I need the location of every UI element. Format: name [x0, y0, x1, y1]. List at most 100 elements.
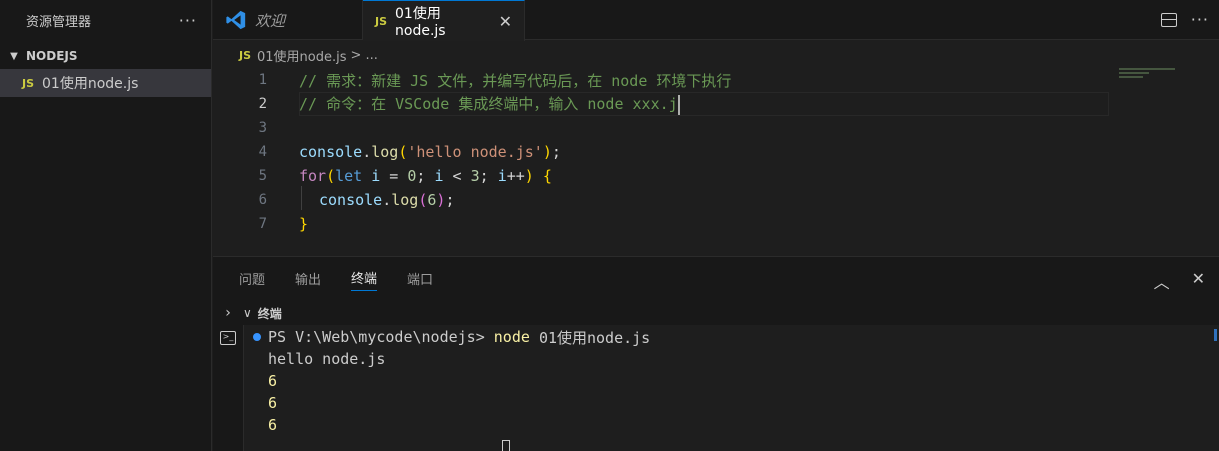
- chevron-right-icon: >: [350, 47, 362, 63]
- maximize-panel-icon[interactable]: ︿: [1154, 269, 1170, 293]
- chevron-right-icon[interactable]: ›: [213, 305, 243, 321]
- line-number: 4: [258, 144, 267, 160]
- code-content: console.log(6);: [319, 191, 454, 209]
- tab-welcome[interactable]: 欢迎: [213, 0, 363, 40]
- breadcrumb-more[interactable]: ...: [365, 48, 377, 63]
- terminal-cursor: [502, 440, 510, 451]
- code-line: 2 // 命令：在 VSCode 集成终端中，输入 node xxx.j: [213, 92, 1219, 116]
- chevron-down-icon: ▼: [10, 50, 18, 62]
- code-token: i: [362, 167, 381, 185]
- chevron-down-icon[interactable]: ∨: [243, 306, 252, 320]
- terminal-line: 6: [268, 372, 278, 390]
- code-line: 4 console.log('hello node.js');: [213, 140, 1219, 164]
- terminal-line: 6: [268, 394, 278, 412]
- code-token: 'hello node.js': [407, 143, 543, 161]
- code-token: let: [335, 167, 363, 185]
- explorer-file-item[interactable]: JS 01使用node.js: [0, 69, 211, 97]
- code-token: ): [542, 143, 552, 161]
- minimap-line: [1119, 72, 1149, 74]
- terminal-line: PS V:\Web\mycode\nodejs> node 01使用node.j…: [268, 326, 650, 348]
- tab-terminal[interactable]: 终端: [351, 265, 378, 291]
- terminal-scrollbar[interactable]: [1214, 329, 1217, 341]
- code-comment: // 需求：新建 JS 文件，并编写代码后，在 node 环境下执行: [299, 71, 732, 90]
- line-number: 2: [258, 96, 267, 112]
- line-number: 5: [258, 168, 267, 184]
- code-token: 3: [470, 167, 480, 185]
- terminal-tabs-sidebar: >_: [213, 327, 243, 451]
- terminal-title: 终端: [257, 306, 282, 321]
- editor-more-icon[interactable]: ···: [1191, 10, 1209, 29]
- close-panel-icon[interactable]: ✕: [1192, 269, 1205, 293]
- code-comment: // 命令：在 VSCode 集成终端中，输入 node xxx.j: [299, 95, 678, 114]
- code-token: ;: [479, 167, 498, 185]
- code-token: ;: [416, 167, 435, 185]
- line-number: 6: [258, 192, 267, 208]
- code-token: =: [380, 167, 408, 185]
- code-line: 6 console.log(6);: [213, 188, 1219, 212]
- tab-welcome-label: 欢迎: [255, 11, 286, 30]
- explorer-more-icon[interactable]: ···: [179, 11, 197, 30]
- minimap-line: [1119, 76, 1143, 78]
- code-token: .: [362, 143, 372, 161]
- terminal-command-arg: 01使用node.js: [538, 328, 651, 347]
- explorer-header: 资源管理器 ···: [0, 0, 211, 40]
- vscode-logo-icon: [226, 10, 246, 30]
- code-token: (: [326, 167, 336, 185]
- js-file-icon: JS: [239, 48, 252, 62]
- bottom-panel: 问题 输出 终端 端口 ︿ ✕ › ∨ 终端 >_ PS V:\Web\myco…: [213, 256, 1219, 451]
- code-content: for(let i = 0; i < 3; i++) {: [299, 167, 552, 185]
- folder-nodejs[interactable]: ▼ NODEJS: [0, 43, 211, 69]
- code-token: }: [299, 215, 309, 233]
- explorer-title: 资源管理器: [26, 14, 92, 30]
- code-token: ++: [506, 167, 525, 185]
- split-editor-icon[interactable]: [1160, 12, 1177, 27]
- code-token: {: [533, 167, 552, 185]
- folder-label: NODEJS: [26, 49, 78, 63]
- code-token: console: [299, 143, 363, 161]
- code-token: ;: [445, 191, 455, 209]
- line-number: 3: [258, 120, 267, 136]
- breadcrumb: JS 01使用node.js > ...: [213, 44, 378, 66]
- close-icon[interactable]: ✕: [499, 12, 512, 31]
- tab-ports[interactable]: 端口: [407, 257, 433, 299]
- js-file-icon: JS: [22, 76, 35, 90]
- panel-actions: ︿ ✕: [1154, 269, 1205, 293]
- editor-actions: ···: [1160, 0, 1219, 39]
- code-token: ): [524, 167, 534, 185]
- js-file-icon: JS: [375, 14, 388, 28]
- code-token: .: [382, 191, 392, 209]
- code-token: <: [443, 167, 471, 185]
- breadcrumb-file[interactable]: 01使用node.js: [257, 46, 347, 65]
- explorer-sidebar: 资源管理器 ··· ▼ NODEJS JS 01使用node.js: [0, 0, 212, 451]
- command-status-dot-icon[interactable]: [253, 333, 261, 341]
- terminal-output[interactable]: PS V:\Web\mycode\nodejs> node 01使用node.j…: [243, 325, 1219, 451]
- code-token: for: [299, 167, 327, 185]
- code-token: log: [371, 143, 399, 161]
- line-number: 7: [258, 216, 267, 232]
- line-number: 1: [258, 72, 267, 88]
- panel-tabs: 问题 输出 终端 端口: [213, 257, 1219, 299]
- tab-problems[interactable]: 问题: [239, 257, 265, 299]
- tab-active-file[interactable]: JS 01使用node.js ✕: [363, 0, 525, 41]
- terminal-line: [498, 436, 510, 451]
- code-content: console.log('hello node.js');: [299, 143, 561, 161]
- tab-output[interactable]: 输出: [295, 257, 321, 299]
- text-cursor: [677, 94, 680, 115]
- tab-active-label: 01使用node.js: [395, 6, 446, 39]
- code-token: i: [434, 167, 444, 185]
- code-content: // 命令：在 VSCode 集成终端中，输入 node xxx.j: [299, 93, 680, 115]
- terminal-command: node: [493, 328, 539, 346]
- code-token: console: [319, 191, 383, 209]
- code-token: log: [391, 191, 419, 209]
- terminal-line: hello node.js: [268, 350, 386, 368]
- minimap[interactable]: [1119, 68, 1179, 88]
- explorer-file-label: 01使用node.js: [42, 76, 139, 92]
- editor-tab-bar: 欢迎 JS 01使用node.js ✕ ···: [213, 0, 1219, 41]
- code-line: 5 for(let i = 0; i < 3; i++) {: [213, 164, 1219, 188]
- code-line: 1 // 需求：新建 JS 文件，并编写代码后，在 node 环境下执行: [213, 68, 1219, 92]
- terminal-header: › ∨ 终端: [213, 301, 282, 325]
- code-token: ;: [551, 143, 561, 161]
- terminal-line: 6: [268, 416, 278, 434]
- terminal-icon[interactable]: >_: [220, 331, 236, 345]
- code-editor[interactable]: 1 // 需求：新建 JS 文件，并编写代码后，在 node 环境下执行 2 /…: [213, 66, 1219, 256]
